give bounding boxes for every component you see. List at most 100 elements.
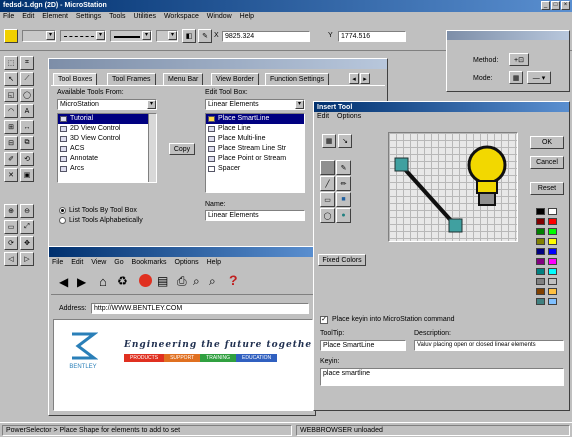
color-swatch[interactable] <box>548 298 557 305</box>
menu-edit[interactable]: Edit <box>22 13 34 20</box>
available-tools-dropdown[interactable]: MicroStation ▾ <box>57 99 157 110</box>
color-swatch[interactable] <box>548 248 557 255</box>
color-swatch[interactable] <box>548 228 557 235</box>
color-swatch[interactable] <box>548 288 557 295</box>
tab-view-border[interactable]: View Border <box>211 73 260 85</box>
color-swatch[interactable] <box>536 288 545 295</box>
measure-tool-icon[interactable]: ⊟ <box>4 136 18 150</box>
list-item[interactable]: Place Multi-line <box>206 134 304 144</box>
line-tool-icon[interactable]: ╱ <box>320 176 335 191</box>
fixed-colors-button[interactable]: Fixed Colors <box>318 254 366 266</box>
filled-ellipse-icon[interactable]: ● <box>336 208 351 223</box>
tab-scroll-left-icon[interactable]: ◂ <box>349 73 359 84</box>
name-field[interactable]: Linear Elements <box>205 210 305 221</box>
copy-tool-icon[interactable]: ⧉ <box>20 136 34 150</box>
list-item[interactable]: ACS <box>58 144 156 154</box>
radio-list-by-toolbox[interactable] <box>59 207 66 214</box>
nav-products[interactable]: PRODUCTS <box>124 354 165 362</box>
menu-window[interactable]: Window <box>207 13 232 20</box>
list-item[interactable]: Place Stream Line Str <box>206 144 304 154</box>
tab-scroll-right-icon[interactable]: ▸ <box>360 73 370 84</box>
view-window-icon[interactable]: ▭ <box>4 220 18 234</box>
find-icon[interactable]: ⌕ <box>193 274 200 289</box>
view-fit-icon[interactable]: ⤢ <box>20 220 34 234</box>
browser-menu-edit[interactable]: Edit <box>71 259 83 266</box>
text-tool-icon[interactable]: A <box>20 104 34 118</box>
icon-preview-small[interactable]: ▦ <box>322 134 336 148</box>
reset-button[interactable]: Reset <box>530 182 564 195</box>
cell-tool-icon[interactable]: ⊞ <box>4 120 18 134</box>
keyin-field[interactable]: place smartline <box>320 368 564 386</box>
browser-menu-bookmarks[interactable]: Bookmarks <box>132 259 167 266</box>
color-swatch[interactable] <box>536 268 545 275</box>
menu-help[interactable]: Help <box>240 13 254 20</box>
tab-tool-boxes[interactable]: Tool Boxes <box>53 73 98 85</box>
edit-tool-box-list[interactable]: Place SmartLine Place Line Place Multi-l… <box>205 113 305 193</box>
color-swatch[interactable] <box>536 258 545 265</box>
fill-tool-icon[interactable] <box>320 160 335 175</box>
list-scrollbar[interactable] <box>148 114 156 182</box>
color-swatch[interactable] <box>536 298 545 305</box>
address-field[interactable]: http://WWW.BENTLEY.COM <box>91 303 309 314</box>
color-swatch[interactable] <box>548 208 557 215</box>
available-tools-list[interactable]: Tutorial 2D View Control 3D View Control… <box>57 113 157 183</box>
class-selector[interactable]: ▾ <box>156 30 178 42</box>
view-next-icon[interactable]: ▷ <box>20 252 34 266</box>
icon-preview-arrow[interactable]: ↘ <box>338 134 352 148</box>
reload-icon[interactable]: ♻ <box>117 274 128 288</box>
coord-y-field[interactable]: 1774.516 <box>338 31 406 42</box>
browser-menu-help[interactable]: Help <box>207 259 221 266</box>
color-swatch[interactable] <box>548 268 557 275</box>
tab-tool-frames[interactable]: Tool Frames <box>107 73 156 85</box>
method-icon[interactable]: +⊡ <box>509 53 529 66</box>
change-tool-icon[interactable]: ⟲ <box>20 152 34 166</box>
color-swatch[interactable] <box>536 238 545 245</box>
menu-workspace[interactable]: Workspace <box>164 13 199 20</box>
select-tool-icon[interactable]: ⬚ <box>4 56 18 70</box>
icon-editor-canvas[interactable] <box>388 132 518 242</box>
view-pan-icon[interactable]: ✥ <box>20 236 34 250</box>
color-swatch[interactable] <box>536 248 545 255</box>
forward-icon[interactable]: ▶ <box>77 275 86 289</box>
insert-menu-options[interactable]: Options <box>337 113 361 120</box>
browser-menu-go[interactable]: Go <box>114 259 123 266</box>
drop-tool-icon[interactable]: ▣ <box>20 168 34 182</box>
dimension-tool-icon[interactable]: ↔ <box>20 120 34 134</box>
shape-tool-icon[interactable]: ◱ <box>4 88 18 102</box>
view-zoom-out-icon[interactable]: ⊖ <box>20 204 34 218</box>
view-previous-icon[interactable]: ◁ <box>4 252 18 266</box>
view-zoom-in-icon[interactable]: ⊕ <box>4 204 18 218</box>
mode-dropdown[interactable]: — ▾ <box>527 71 551 84</box>
list-item[interactable]: Spacer <box>206 164 304 174</box>
description-field[interactable]: Valuv placing open or closed linear elem… <box>414 340 564 351</box>
tooltip-field[interactable]: Place SmartLine <box>320 340 406 351</box>
cancel-button[interactable]: Cancel <box>530 156 564 169</box>
list-item[interactable]: 3D View Control <box>58 134 156 144</box>
back-icon[interactable]: ◀ <box>59 275 68 289</box>
home-icon[interactable]: ⌂ <box>99 274 107 289</box>
line-style-selector[interactable]: ▾ <box>60 30 106 42</box>
browser-menu-options[interactable]: Options <box>175 259 199 266</box>
color-swatch[interactable] <box>548 258 557 265</box>
list-item[interactable]: Place SmartLine <box>206 114 304 124</box>
color-table-icon[interactable]: ✎ <box>198 29 212 43</box>
list-item[interactable]: Tutorial <box>58 114 156 124</box>
arrow-tool-icon[interactable]: ↖ <box>4 72 18 86</box>
attributes-icon[interactable]: ◧ <box>182 29 196 43</box>
coord-x-field[interactable]: 9825.324 <box>222 31 310 42</box>
color-swatch[interactable] <box>536 228 545 235</box>
pencil-icon[interactable]: ✏ <box>336 176 351 191</box>
help-icon[interactable]: ? <box>229 272 238 288</box>
color-swatch[interactable] <box>536 218 545 225</box>
list-item[interactable]: Place Line <box>206 124 304 134</box>
list-item[interactable]: 2D View Control <box>58 124 156 134</box>
keyin-checkbox[interactable]: ✓ <box>320 316 328 324</box>
active-color-icon[interactable] <box>4 29 18 43</box>
browser-menu-file[interactable]: File <box>52 259 63 266</box>
menu-tools[interactable]: Tools <box>109 13 125 20</box>
copy-button[interactable]: Copy <box>169 143 195 155</box>
menu-utilities[interactable]: Utilities <box>133 13 156 20</box>
view-rotate-icon[interactable]: ⟳ <box>4 236 18 250</box>
color-swatch[interactable] <box>548 218 557 225</box>
color-swatch[interactable] <box>536 208 545 215</box>
